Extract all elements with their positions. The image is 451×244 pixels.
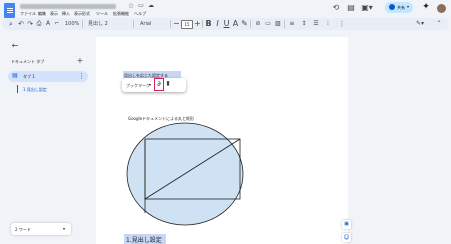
add-comment-icon[interactable]: ▭: [264, 19, 272, 29]
bookmark-dropdown[interactable]: ブックマーク: [126, 83, 150, 89]
image-icon[interactable]: ▨: [274, 19, 282, 29]
highlight-icon[interactable]: ✎: [241, 19, 248, 29]
add-comment-button[interactable]: ▣: [342, 220, 351, 229]
delete-icon[interactable]: ▮: [164, 79, 172, 89]
divider: [284, 20, 285, 28]
divider: [82, 20, 83, 28]
menu-insert[interactable]: 挿入: [62, 11, 70, 16]
menu-view[interactable]: 表示: [50, 11, 58, 16]
tab-item-active[interactable]: [8, 71, 88, 82]
increase-font-icon[interactable]: +: [194, 19, 201, 29]
lock-icon: [389, 4, 395, 10]
emoji-reaction-button[interactable]: ☺: [342, 233, 351, 242]
word-count-label: 2 ワード: [15, 227, 31, 232]
paint-format-icon[interactable]: ⌐: [53, 19, 61, 29]
right-panel: [431, 36, 451, 244]
back-arrow-icon[interactable]: ←: [10, 41, 20, 51]
link-icon: ∂: [157, 80, 161, 88]
tab-label: タブ 1: [23, 74, 35, 79]
history-icon[interactable]: ⟲: [331, 3, 341, 13]
tabs-section-title: ドキュメント タブ: [11, 59, 45, 64]
tab-options-icon[interactable]: ⋮: [78, 71, 85, 81]
share-label: 共有: [397, 5, 405, 10]
line-spacing-icon[interactable]: ↕: [300, 19, 308, 29]
comment-icon[interactable]: ▤: [346, 3, 356, 13]
drawing[interactable]: [125, 121, 245, 227]
underline-icon[interactable]: U: [223, 19, 230, 29]
bulleted-list-icon[interactable]: ⁝: [324, 19, 332, 29]
divider: [170, 20, 171, 28]
tab-icon: ▤: [12, 72, 18, 79]
divider: [250, 20, 251, 28]
menu-extensions[interactable]: 拡張機能: [113, 11, 129, 16]
divider: [202, 20, 203, 28]
editing-mode-icon[interactable]: ✎▾: [414, 19, 426, 29]
chevron-down-icon: ▾: [149, 82, 152, 87]
collapse-icon[interactable]: ⌃: [435, 19, 443, 29]
word-count-box[interactable]: 2 ワード ▾: [11, 223, 71, 235]
redo-icon[interactable]: ↷: [26, 19, 34, 29]
font-size-input[interactable]: 15: [181, 20, 193, 29]
avatar[interactable]: [437, 4, 446, 13]
ruler-strip: [96, 32, 348, 36]
print-icon[interactable]: ⎙: [35, 19, 43, 29]
menu-edit[interactable]: 編集: [38, 11, 46, 16]
checklist-icon[interactable]: ☰: [312, 19, 320, 29]
outline-item[interactable]: 1.見出し設定: [23, 87, 47, 93]
text-color-icon[interactable]: A: [232, 19, 239, 29]
menu-help[interactable]: ヘルプ: [134, 11, 146, 16]
document-title[interactable]: [20, 4, 116, 9]
divider: [133, 20, 134, 28]
undo-icon[interactable]: ↶: [17, 19, 25, 29]
font-select[interactable]: Arial: [140, 21, 151, 27]
menu-file[interactable]: ファイル: [20, 11, 36, 16]
chevron-down-icon: ▾: [407, 4, 410, 9]
gemini-icon[interactable]: ✦: [421, 2, 431, 12]
share-button[interactable]: 共有 ▾: [385, 2, 413, 13]
spellcheck-icon[interactable]: A: [44, 19, 52, 29]
bottom-heading[interactable]: 1.見出し設定: [126, 235, 162, 244]
chevron-down-icon: ▾: [63, 226, 66, 231]
menu-tools[interactable]: ツール: [96, 11, 108, 16]
star-outline-icon[interactable]: ☆: [127, 1, 135, 11]
more-icon[interactable]: ⋮: [338, 19, 346, 29]
bold-icon[interactable]: B: [205, 19, 212, 29]
docs-logo[interactable]: [4, 3, 15, 18]
menu-format[interactable]: 表示形式: [74, 11, 90, 16]
folder-move-icon[interactable]: ▭: [137, 1, 145, 11]
add-tab-icon[interactable]: +: [76, 56, 84, 66]
style-select[interactable]: 見出し 2: [88, 21, 108, 27]
cloud-check-icon[interactable]: ☁: [147, 1, 155, 11]
outline-indicator: [17, 85, 18, 93]
zoom-select[interactable]: 100%: [65, 21, 79, 27]
link-icon[interactable]: ⊘: [254, 19, 262, 29]
video-icon[interactable]: ▣▾: [361, 3, 373, 13]
decrease-font-icon[interactable]: −: [173, 19, 180, 29]
search-menus-icon[interactable]: ⌕: [6, 19, 16, 29]
italic-icon[interactable]: I: [214, 19, 221, 29]
align-icon[interactable]: ≡: [288, 19, 296, 29]
